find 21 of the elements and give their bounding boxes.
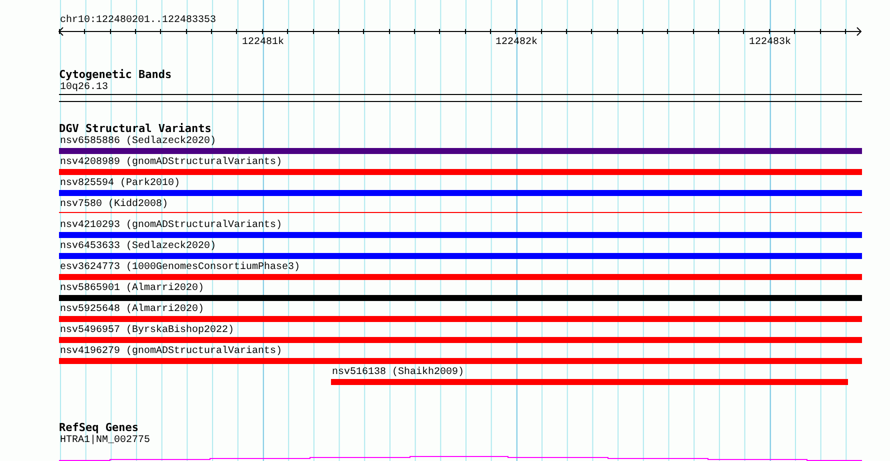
variant-label: esv3624773 (1000GenomesConsortiumPhase3) [59, 261, 300, 274]
variant-label: nsv4196279 (gnomADStructuralVariants) [59, 345, 282, 358]
track-title: RefSeq Genes [59, 421, 140, 434]
variant-label: nsv4210293 (gnomADStructuralVariants) [59, 219, 282, 232]
variant-label: nsv4208989 (gnomADStructuralVariants) [59, 156, 282, 169]
gene-label: HTRA1|NM_002775 [59, 434, 152, 447]
tick-label: 122482k [496, 36, 538, 49]
tick-label: 122483k [749, 36, 792, 49]
variant-label: nsv7580 (Kidd2008) [59, 198, 168, 211]
variant-label: nsv5865901 (Almarri2020) [59, 282, 204, 295]
tick-label: 122481k [242, 36, 284, 49]
variant-label: nsv516138 (Shaikh2009) [331, 366, 464, 379]
variant-label: nsv825594 (Park2010) [59, 177, 180, 190]
track-title: Cytogenetic Bands [59, 68, 173, 81]
variant-label: nsv6453633 (Sedlazeck2020) [59, 240, 216, 253]
track-title: DGV Structural Variants [59, 122, 212, 135]
variant-label: nsv5925648 (Almarri2020) [59, 303, 204, 316]
variant-label: nsv5496957 (ByrskaBishop2022) [59, 324, 234, 337]
variant-label: nsv6585886 (Sedlazeck2020) [59, 135, 216, 148]
band-label: 10q26.13 [59, 81, 110, 94]
coordinate-range-label: chr10:122480201..122483353 [59, 14, 218, 27]
